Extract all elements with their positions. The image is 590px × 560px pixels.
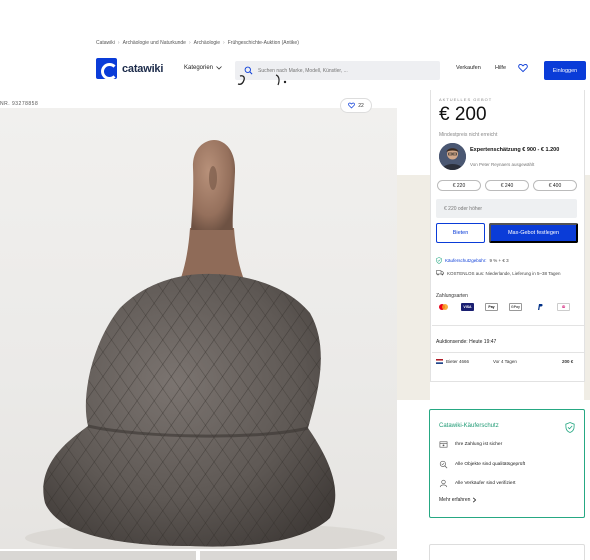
bidder-name: Bieter 4666 (446, 359, 470, 364)
quick-bid-button[interactable]: € 220 (437, 180, 481, 191)
buyer-protection-fee: Käuferschutzgebühr: 9 % + € 3 (436, 257, 509, 264)
verified-seller-icon (439, 479, 448, 488)
catawiki-logo[interactable]: catawiki (96, 58, 164, 80)
next-section-card (429, 544, 585, 560)
sell-link[interactable]: Verkaufen (456, 65, 481, 71)
breadcrumb-item-archaeology-nature[interactable]: Archäologie und Naturkunde (123, 40, 186, 46)
buyer-protection-item: Ihre Zahlung ist sicher (439, 440, 502, 449)
payment-methods: VISA Pay GPay iD (437, 303, 570, 311)
bid-amount-input[interactable]: € 220 oder höher (436, 199, 577, 218)
paypal-icon (533, 303, 546, 311)
bid-time: Vor 4 Tagen (493, 359, 517, 364)
protection-fee-link[interactable]: Käuferschutzgebühr: (445, 258, 487, 263)
payment-safe-icon (439, 441, 448, 448)
max-bid-button[interactable]: Max-Gebot festlegen (489, 223, 578, 243)
learn-more-link[interactable]: Mehr erfahren (439, 497, 477, 503)
quick-bid-button[interactable]: € 240 (485, 180, 529, 191)
expert-selected-by[interactable]: Von Peter Reynaers ausgewählt (470, 162, 534, 167)
buyer-protection-text: Alle Verkäufer sind verifiziert (455, 481, 516, 486)
truck-icon (436, 270, 444, 276)
current-bid-price: € 200 (439, 104, 487, 125)
shield-check-icon (565, 422, 575, 433)
breadcrumb: Catawiki › Archäologie und Naturkunde › … (96, 40, 299, 46)
login-button[interactable]: Einloggen (544, 61, 586, 80)
quality-check-icon (439, 460, 448, 469)
expert-avatar[interactable] (439, 143, 466, 170)
thumbnail-image[interactable] (0, 551, 196, 560)
flag-icon (436, 359, 443, 365)
shield-check-icon (436, 257, 442, 264)
chevron-down-icon (216, 66, 222, 70)
search-input[interactable] (258, 67, 428, 74)
thumbnail-image[interactable] (200, 551, 397, 560)
favorite-count: 22 (358, 102, 364, 109)
protection-fee-value: 9 % + € 3 (489, 258, 509, 263)
chevron-right-icon (473, 497, 477, 503)
breadcrumb-separator: › (223, 40, 225, 46)
auction-end-time: Auktionsende: Heute 19:47 (436, 339, 497, 345)
lot-number: NR. 93278858 (0, 101, 39, 107)
categories-label: Kategorien (184, 65, 214, 71)
payment-methods-label: Zahlungsarten (436, 293, 468, 299)
apple-pay-icon: Pay (485, 303, 498, 311)
breadcrumb-item-home[interactable]: Catawiki (96, 40, 115, 46)
bid-amount: 200 € (562, 359, 574, 364)
logo-mark-icon (96, 58, 118, 80)
ideal-icon: iD (557, 303, 570, 311)
breadcrumb-item-archaeology[interactable]: Archäologie (194, 40, 220, 46)
favorites-heart-icon[interactable] (518, 63, 528, 73)
divider (432, 325, 584, 326)
google-pay-icon: GPay (509, 303, 522, 311)
visa-icon: VISA (461, 303, 474, 311)
quick-bid-button[interactable]: € 400 (533, 180, 577, 191)
idol-figurine-image (25, 140, 385, 549)
breadcrumb-separator: › (188, 40, 191, 46)
shipping-text: KOSTENLOS aus: Niederlande, Lieferung in… (447, 270, 561, 276)
help-link[interactable]: Hilfe (495, 65, 506, 71)
background-band (397, 175, 430, 400)
divider (432, 352, 584, 353)
reserve-status: Mindestpreis nicht erreicht (439, 132, 498, 138)
current-bid-label: AKTUELLES GEBOT (439, 97, 493, 102)
buyer-protection-item: Alle Verkäufer sind verifiziert (439, 479, 516, 488)
lot-main-image[interactable] (0, 108, 397, 549)
buyer-protection-item: Alle Objekte sind qualitätsgeprüft (439, 460, 525, 469)
site-header: catawiki Kategorien Verkaufen Hilfe Einl… (96, 58, 586, 82)
logo-text: catawiki (122, 62, 164, 75)
buyer-protection-text: Alle Objekte sind qualitätsgeprüft (455, 462, 526, 467)
buyer-protection-title: Catawiki-Käuferschutz (439, 423, 499, 429)
expert-photo (439, 143, 466, 170)
heart-icon (348, 102, 356, 109)
favorite-count-badge[interactable]: 22 (340, 98, 372, 113)
buyer-protection-text: Ihre Zahlung ist sicher (455, 442, 503, 447)
categories-menu-button[interactable]: Kategorien (184, 65, 222, 71)
shipping-info: KOSTENLOS aus: Niederlande, Lieferung in… (436, 270, 561, 276)
breadcrumb-item-auction[interactable]: Frühgeschichte-Auktion (Antike) (228, 40, 299, 46)
bid-button[interactable]: Bieten (436, 223, 485, 243)
breadcrumb-separator: › (117, 40, 120, 46)
expert-estimate: Expertenschätzung € 900 - € 1.200 (470, 147, 560, 153)
mastercard-icon (437, 303, 450, 311)
title-fragment (237, 74, 287, 86)
learn-more-label: Mehr erfahren (439, 497, 471, 503)
